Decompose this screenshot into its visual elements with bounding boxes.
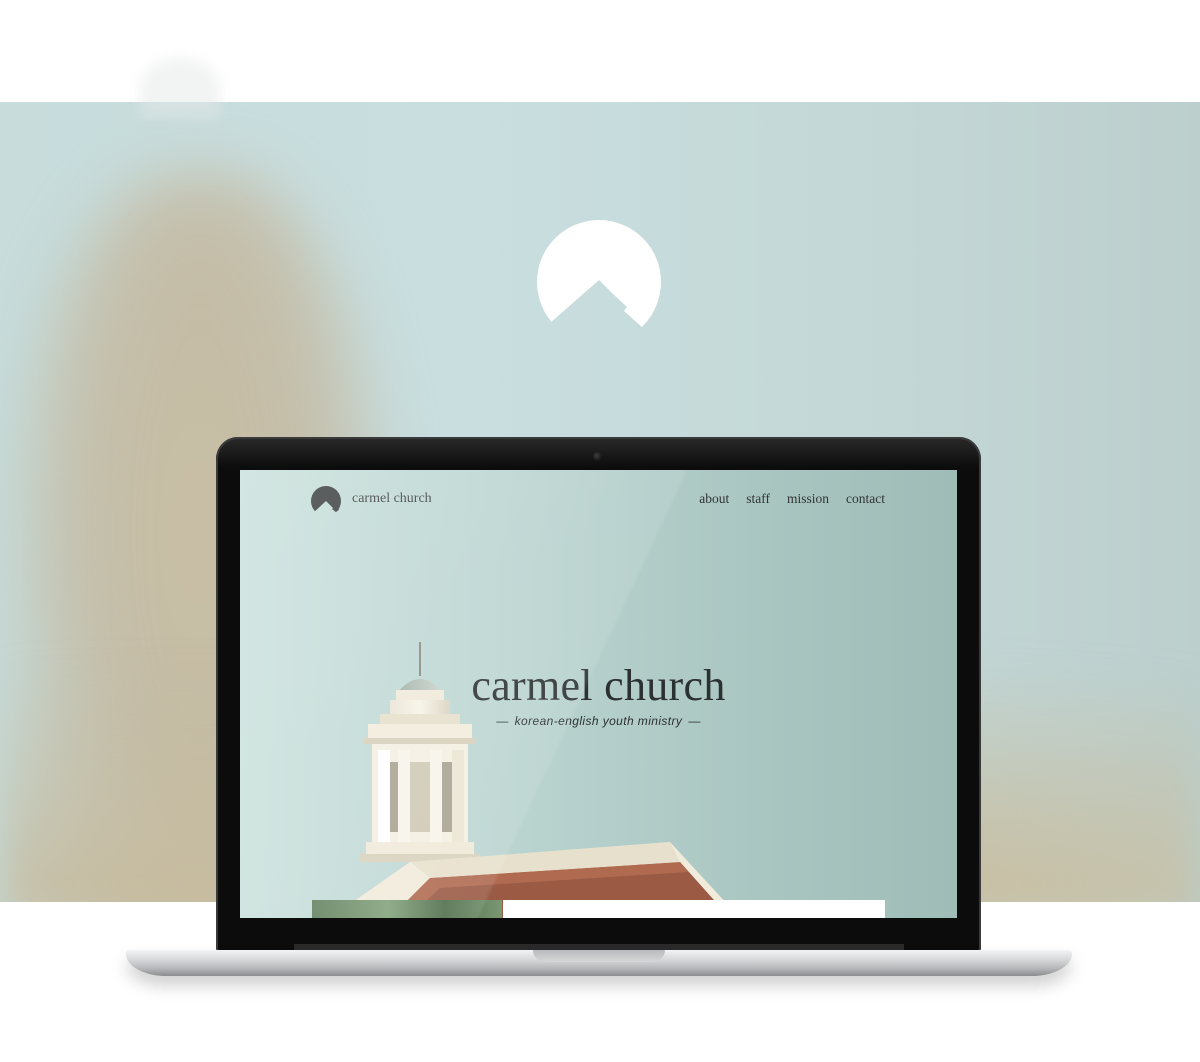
top-ghost-shape [140, 58, 220, 118]
dash-left: — [496, 714, 509, 728]
nav-mission[interactable]: mission [787, 491, 829, 507]
camera-icon [593, 452, 602, 461]
site-name[interactable]: carmel church [352, 491, 432, 507]
site-nav: about staff mission contact [699, 491, 885, 507]
laptop-notch [533, 950, 665, 962]
dash-right: — [688, 714, 701, 728]
hero-subtitle: korean-english youth ministry [514, 714, 683, 728]
hero-subtitle-line: — korean-english youth ministry — [240, 714, 957, 728]
nav-contact[interactable]: contact [846, 491, 885, 507]
site-header: carmel church about staff mission contac… [310, 486, 885, 516]
laptop-screen: carmel church about staff mission contac… [240, 470, 957, 918]
hero-title: carmel church [471, 661, 726, 710]
section-white-card [503, 900, 885, 918]
site-logo-icon[interactable] [310, 486, 342, 514]
brand-logo-icon [537, 220, 661, 330]
section-photo-strip [312, 900, 502, 918]
nav-about[interactable]: about [699, 491, 729, 507]
nav-staff[interactable]: staff [746, 491, 770, 507]
